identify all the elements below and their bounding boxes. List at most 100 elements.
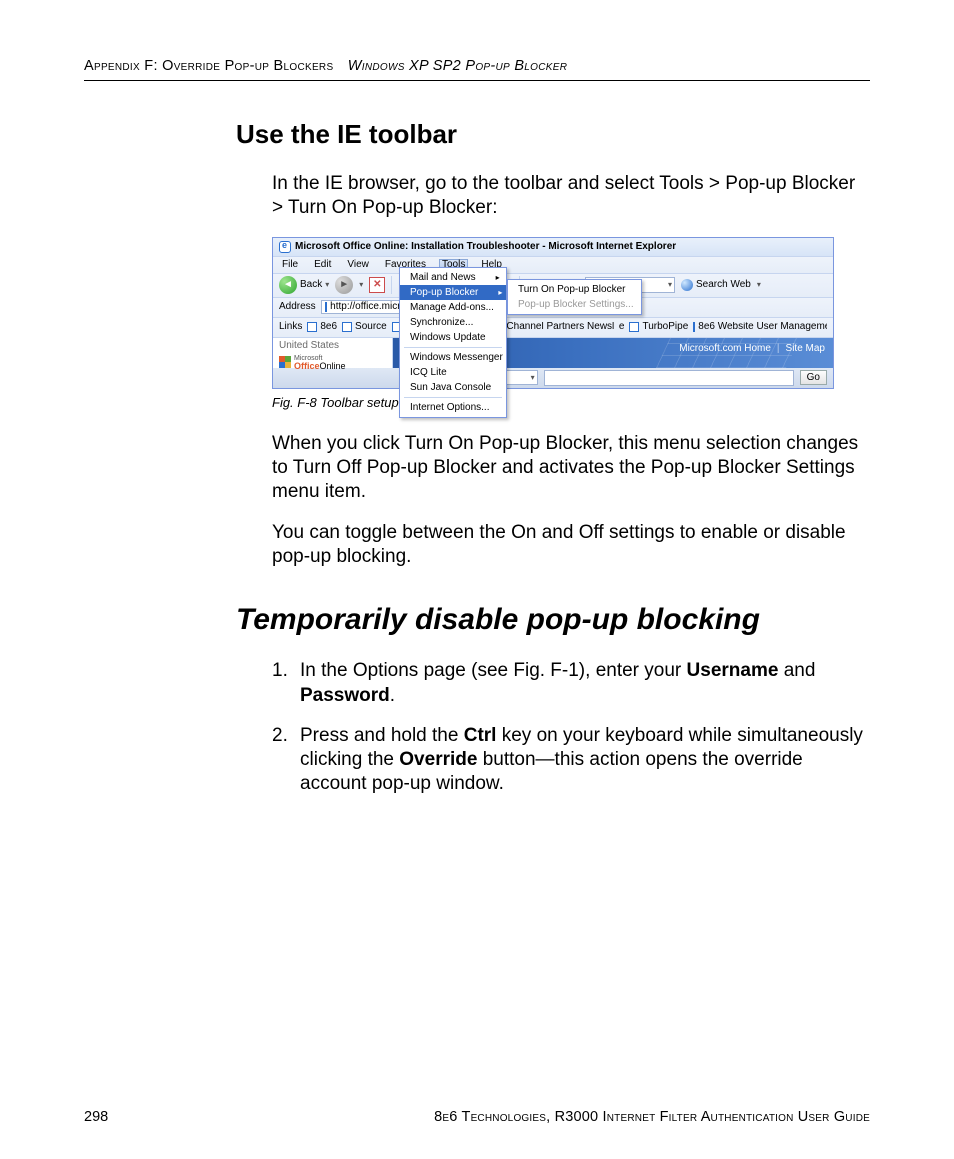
steps-list: In the Options page (see Fig. F-1), ente… xyxy=(272,659,870,797)
footer-title: 8e6 Technologies, R3000 Internet Filter … xyxy=(434,1109,870,1125)
banner-divider: | xyxy=(777,344,780,354)
address-label: Address xyxy=(279,302,316,312)
banner-home-link[interactable]: Microsoft.com Home xyxy=(679,344,771,354)
dropdown-arrow-icon: ▾ xyxy=(325,281,329,289)
page-header: Appendix F: Override Pop-up Blockers Win… xyxy=(84,58,870,81)
forward-button[interactable]: ► xyxy=(335,276,353,294)
mi-label: Synchronize... xyxy=(410,317,473,328)
body-paragraph-3: You can toggle between the On and Off se… xyxy=(272,521,870,570)
mi-label: Turn On Pop-up Blocker xyxy=(518,284,625,295)
menu-separator xyxy=(404,397,502,398)
globe-icon xyxy=(681,279,693,291)
link-source[interactable]: Source xyxy=(342,322,387,332)
mi-label: ICQ Lite xyxy=(410,367,447,378)
page-icon xyxy=(325,302,327,312)
office-online-logo: Microsoft OfficeOnline xyxy=(279,353,386,371)
popup-blocker-submenu: Turn On Pop-up Blocker Pop-up Blocker Se… xyxy=(507,279,642,315)
links-label: Links xyxy=(279,322,302,332)
menu-view[interactable]: View xyxy=(344,259,372,271)
office-logo-text: Microsoft OfficeOnline xyxy=(294,353,346,371)
page-icon xyxy=(693,322,695,332)
page-number: 298 xyxy=(84,1109,108,1125)
mi-label: Manage Add-ons... xyxy=(410,302,494,313)
menu-item-sun-java[interactable]: Sun Java Console xyxy=(400,380,506,395)
menu-item-internet-options[interactable]: Internet Options... xyxy=(400,400,506,415)
step-bold: Override xyxy=(399,749,477,770)
mi-label: Sun Java Console xyxy=(410,382,491,393)
page-icon xyxy=(307,322,317,332)
stop-button[interactable]: ✕ xyxy=(369,277,385,293)
menu-edit[interactable]: Edit xyxy=(311,259,334,271)
dropdown-arrow-icon: ▾ xyxy=(757,281,761,289)
intro-paragraph: In the IE browser, go to the toolbar and… xyxy=(272,172,870,221)
link-turbopipe[interactable]: TurboPipe xyxy=(629,322,688,332)
mi-label: Windows Messenger xyxy=(410,352,503,363)
step-text: In the Options page (see Fig. F-1), ente… xyxy=(300,660,687,681)
search-text-field[interactable] xyxy=(544,370,794,386)
subsection-heading: Temporarily disable pop-up blocking xyxy=(236,603,870,637)
dropdown-arrow-icon: ▾ xyxy=(359,281,363,289)
office-online: Online xyxy=(320,361,346,371)
step-2: Press and hold the Ctrl key on your keyb… xyxy=(272,724,870,797)
figure-caption: Fig. F-8 Toolbar setup xyxy=(272,395,870,410)
page-footer: 298 8e6 Technologies, R3000 Internet Fil… xyxy=(84,1109,870,1125)
mi-label: Windows Update xyxy=(410,332,486,343)
link-user-mgmt[interactable]: 8e6 Website User Management xyxy=(693,322,827,332)
header-left: Appendix F: Override Pop-up Blockers xyxy=(84,58,333,74)
banner-links: Microsoft.com Home | Site Map xyxy=(679,344,825,354)
mi-label: Mail and News xyxy=(410,272,476,283)
figure-ie-toolbar: Microsoft Office Online: Installation Tr… xyxy=(272,237,870,389)
link-label: 8e6 xyxy=(320,322,337,332)
link-newsletter-e: e xyxy=(619,322,625,332)
search-web-label: Search Web xyxy=(696,280,751,290)
mi-label: Pop-up Blocker xyxy=(410,287,478,298)
menu-separator xyxy=(404,347,502,348)
ie-menubar: File Edit View Favorites Tools Help xyxy=(273,257,833,274)
submenu-popup-settings: Pop-up Blocker Settings... xyxy=(508,297,641,312)
office-name: Office xyxy=(294,361,320,371)
ie-page-body: United States Microsoft OfficeOnline xyxy=(273,338,833,368)
ie-titlebar: Microsoft Office Online: Installation Tr… xyxy=(273,238,833,257)
body-paragraph-2: When you click Turn On Pop-up Blocker, t… xyxy=(272,432,870,505)
link-8e6[interactable]: 8e6 xyxy=(307,322,337,332)
menu-item-icq-lite[interactable]: ICQ Lite xyxy=(400,365,506,380)
link-label: 8e6 Website User Management xyxy=(698,322,827,332)
submenu-arrow-icon xyxy=(496,272,500,283)
back-label: Back xyxy=(300,280,322,290)
submenu-turn-on-popup[interactable]: Turn On Pop-up Blocker xyxy=(508,282,641,297)
page-icon xyxy=(629,322,639,332)
step-bold: Password xyxy=(300,685,390,706)
mi-label: Pop-up Blocker Settings... xyxy=(518,299,634,310)
tools-dropdown-menu: Mail and News Pop-up Blocker Manage Add-… xyxy=(399,267,507,418)
back-button[interactable]: ◄ Back ▾ xyxy=(279,276,329,294)
section-heading: Use the IE toolbar xyxy=(236,119,870,150)
menu-file[interactable]: File xyxy=(279,259,301,271)
dropdown-arrow-icon: ▾ xyxy=(531,374,535,382)
menu-item-mail-news[interactable]: Mail and News xyxy=(400,270,506,285)
search-web-button[interactable]: Search Web xyxy=(681,279,751,291)
step-bold: Ctrl xyxy=(464,725,497,746)
ie-icon xyxy=(279,241,291,253)
menu-item-windows-update[interactable]: Windows Update xyxy=(400,330,506,345)
menu-item-manage-addons[interactable]: Manage Add-ons... xyxy=(400,300,506,315)
menu-item-popup-blocker[interactable]: Pop-up Blocker xyxy=(400,285,506,300)
office-logo-icon xyxy=(279,356,291,368)
link-label: Source xyxy=(355,322,387,332)
menu-item-windows-messenger[interactable]: Windows Messenger xyxy=(400,350,506,365)
step-bold: Username xyxy=(687,660,779,681)
mi-label: Internet Options... xyxy=(410,402,490,413)
step-text: . xyxy=(390,685,395,706)
header-right: Windows XP SP2 Pop-up Blocker xyxy=(348,58,567,74)
step-1: In the Options page (see Fig. F-1), ente… xyxy=(272,659,870,708)
step-text: and xyxy=(778,660,815,681)
link-label: TurboPipe xyxy=(642,322,688,332)
menu-item-synchronize[interactable]: Synchronize... xyxy=(400,315,506,330)
country-label: United States xyxy=(279,341,386,351)
go-button[interactable]: Go xyxy=(800,370,827,385)
ie-links-bar: Links 8e6 Source C 8e6 Channel Partners … xyxy=(273,318,833,338)
page-icon xyxy=(342,322,352,332)
office-search-bar: earch: Downloads ▾ Go xyxy=(273,368,833,388)
ie-title-text: Microsoft Office Online: Installation Tr… xyxy=(295,242,676,252)
banner-sitemap-link[interactable]: Site Map xyxy=(786,344,825,354)
toolbar-divider xyxy=(391,276,392,294)
